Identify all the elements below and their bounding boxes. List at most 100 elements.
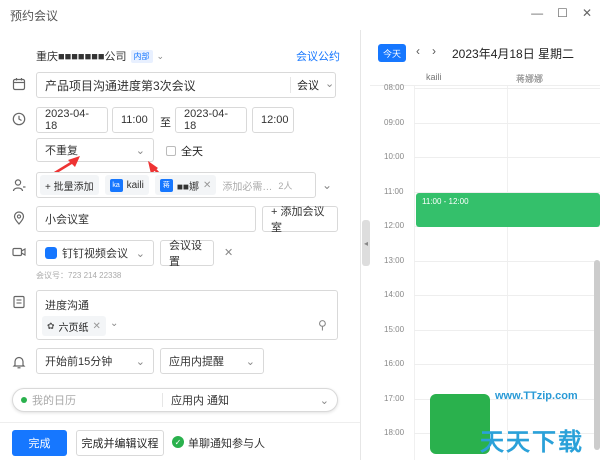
person-icon <box>12 179 26 192</box>
prev-day-icon[interactable]: ‹ <box>416 44 420 58</box>
collapse-handle[interactable]: ◂ <box>362 220 370 266</box>
description-value: 进度沟通 <box>45 300 89 312</box>
bell-icon <box>12 356 26 369</box>
reminder-channel-select[interactable]: 应用内提醒 ⌄ <box>160 348 264 374</box>
paperclip-icon[interactable]: ⚲ <box>318 318 327 332</box>
video-app-value: 钉钉视频会议 <box>62 248 128 260</box>
hour-label: 18:00 <box>384 428 405 437</box>
done-button[interactable]: 完成 <box>12 430 67 456</box>
calendar-column-header: kaili 蒋娜娜 <box>370 68 600 86</box>
watermark-site: www.TTzip.com <box>495 390 578 402</box>
hour-label: 12:00 <box>384 221 405 230</box>
form-footer: 完成 完成并编辑议程 ✓ 单聊通知参与人 <box>0 422 360 460</box>
organization-selector[interactable]: 重庆■■■■■■■公司 内部 ⌄ <box>36 48 164 64</box>
chevron-down-icon: ⌄ <box>325 78 335 90</box>
done-and-edit-agenda-button[interactable]: 完成并编辑议程 <box>76 430 164 456</box>
chevron-down-icon: ⌄ <box>245 355 255 368</box>
start-time-input[interactable]: 11:00 <box>112 107 154 133</box>
chevron-down-icon[interactable]: ⌄ <box>322 178 332 192</box>
hour-label: 14:00 <box>384 290 405 299</box>
location-value: 小会议室 <box>45 214 89 226</box>
maximize-icon[interactable]: ☐ <box>557 6 568 20</box>
all-day-label: 全天 <box>181 146 203 158</box>
meeting-type-select[interactable]: 会议 ⌄ <box>290 77 334 93</box>
time-separator: 至 <box>160 117 171 129</box>
hour-line <box>414 157 600 158</box>
calendar-scrollbar[interactable] <box>594 260 600 450</box>
column-name: kaili <box>426 72 442 82</box>
avatar: 蒋 <box>159 178 173 192</box>
hour-label: 13:00 <box>384 255 405 265</box>
chevron-down-icon: ⌄ <box>135 355 145 368</box>
calendar-select[interactable]: 我的日历 应用内 通知 ⌄ <box>12 388 338 412</box>
document-icon <box>13 295 25 309</box>
topic-value: 产品项目沟通进度第3次会议 <box>45 78 196 93</box>
chevron-down-icon: ⌄ <box>156 50 165 61</box>
calendar-date: 2023年4月18日 星期二 <box>452 47 575 61</box>
end-date-input[interactable]: 2023-04-18 <box>175 107 247 133</box>
meeting-policy-link[interactable]: 会议公约 <box>296 48 340 64</box>
hour-line <box>414 329 600 331</box>
today-button[interactable]: 今天 <box>378 44 406 62</box>
avatar: ka <box>109 178 123 192</box>
clock-icon <box>12 112 26 126</box>
location-pin-icon <box>13 211 25 225</box>
window-title: 预约会议 <box>10 8 59 23</box>
notify-participants-label: 单聊通知参与人 <box>188 438 265 450</box>
all-day-checkbox[interactable]: 全天 <box>166 143 203 159</box>
attached-doc-name: 六页纸 <box>58 322 89 334</box>
close-icon[interactable]: ✕ <box>224 246 233 259</box>
attendee-chip: 蒋 ■■娜 ✕ <box>154 175 217 195</box>
column-name: 蒋娜娜 <box>516 74 544 84</box>
calendar-color-dot <box>21 397 27 403</box>
close-icon[interactable]: ✕ <box>582 6 592 20</box>
attendee-chip: ka kaili <box>104 175 149 195</box>
hour-line <box>414 364 600 365</box>
end-time-input[interactable]: 12:00 <box>252 107 294 133</box>
hour-line <box>414 88 600 89</box>
hour-label: 09:00 <box>384 117 405 127</box>
meeting-type-value: 会议 <box>297 80 319 92</box>
doc-icon: ✿ <box>47 320 55 331</box>
remove-icon[interactable]: ✕ <box>93 321 101 332</box>
minimize-icon[interactable]: — <box>531 6 543 20</box>
start-time-value: 11:00 <box>121 114 148 126</box>
hour-label: 16:00 <box>384 359 405 368</box>
organization-name: 重庆■■■■■■■公司 <box>36 51 127 63</box>
video-camera-icon <box>12 247 26 257</box>
video-app: 钉钉视频会议 <box>45 245 128 261</box>
booking-form: 重庆■■■■■■■公司 内部 ⌄ 会议公约 产品项目沟通进度第3次会议 会议 ⌄… <box>0 30 360 460</box>
remove-icon[interactable]: ✕ <box>203 180 211 191</box>
calendar-select-value: 我的日历 <box>32 395 76 407</box>
checkmark-icon[interactable]: ✓ <box>172 436 184 448</box>
attendee-name: ■■娜 <box>176 181 199 193</box>
end-date-value: 2023-04-18 <box>184 108 229 132</box>
calendar-event[interactable]: 11:00 - 12:00 <box>416 193 600 227</box>
hour-line <box>414 122 600 124</box>
location-input[interactable]: 小会议室 <box>36 206 256 232</box>
video-app-select[interactable]: 钉钉视频会议 ⌄ <box>36 240 154 266</box>
next-day-icon[interactable]: › <box>432 44 436 58</box>
meeting-id: 会议号：723 214 22338 <box>36 271 122 280</box>
attendee-name: kaili <box>126 179 144 191</box>
start-date-value: 2023-04-18 <box>45 108 90 132</box>
reminder-channel-value: 应用内提醒 <box>169 356 224 368</box>
batch-add-button[interactable]: + 批量添加 <box>40 175 99 195</box>
meeting-settings-label: 会议设置 <box>169 240 202 268</box>
hour-label: 15:00 <box>384 324 405 334</box>
hour-line <box>414 295 600 296</box>
attendee-input[interactable]: + 批量添加 ka kaili 蒋 ■■娜 ✕ 添加必需… 2人 <box>36 172 316 198</box>
start-date-input[interactable]: 2023-04-18 <box>36 107 108 133</box>
hour-label: 17:00 <box>384 393 405 403</box>
internal-badge: 内部 <box>130 49 153 63</box>
hour-label: 10:00 <box>384 152 405 161</box>
add-room-button[interactable]: + 添加会议室 <box>262 206 338 234</box>
attendee-placeholder: 添加必需… <box>222 181 273 193</box>
chevron-down-icon: ⌄ <box>135 247 145 260</box>
reminder-time-value: 开始前15分钟 <box>45 356 113 368</box>
watermark-brand: 天天下载 <box>480 429 584 456</box>
panel-divider <box>360 30 361 460</box>
meeting-settings-button[interactable]: 会议设置 <box>160 240 214 268</box>
reminder-time-select[interactable]: 开始前15分钟 ⌄ <box>36 348 154 374</box>
chevron-down-icon[interactable]: ⌄ <box>110 318 118 329</box>
